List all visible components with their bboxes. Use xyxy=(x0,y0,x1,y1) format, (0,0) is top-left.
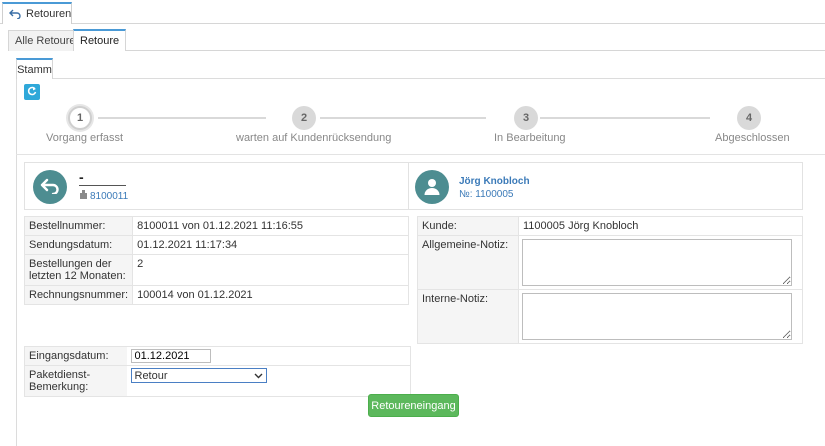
step-number: 1 xyxy=(76,112,84,124)
refresh-button[interactable] xyxy=(24,84,40,100)
paketdienst-selected-value: Retour xyxy=(134,369,168,382)
return-arrow-icon xyxy=(40,178,60,197)
wizard-step-2-label: warten auf Kundenrücksendung xyxy=(236,132,392,144)
table-row: Eingangsdatum: xyxy=(24,346,411,366)
window-tab-retouren[interactable]: Retouren xyxy=(2,2,72,24)
order-info-value: 2 xyxy=(132,254,409,286)
order-info-value: 01.12.2021 11:17:34 xyxy=(132,235,409,255)
return-arrow-icon xyxy=(9,9,21,19)
eingangsdatum-label: Eingangsdatum: xyxy=(24,346,127,366)
return-order-number: 8100011 xyxy=(90,190,129,202)
wizard-step-3-label: In Bearbeitung xyxy=(494,132,566,144)
tab-stamm[interactable]: Stamm xyxy=(16,58,53,79)
step-number: 2 xyxy=(300,112,308,124)
wizard-step-1: 1 xyxy=(68,106,92,130)
retoureneingang-button[interactable]: Retoureneingang xyxy=(368,394,459,417)
table-row: Sendungsdatum: 01.12.2021 11:17:34 xyxy=(23,235,409,255)
allgemeine-notiz-textarea[interactable] xyxy=(522,239,792,286)
eingangsdatum-input[interactable] xyxy=(130,349,211,363)
receipt-form-table: Eingangsdatum: Paketdienst-Bemerkung: Re… xyxy=(24,346,411,397)
wizard-connector xyxy=(98,117,266,119)
interne-notiz-label: Interne-Notiz: xyxy=(417,289,519,344)
customer-name-link[interactable]: Jörg Knobloch xyxy=(459,176,530,187)
wizard-step-4-label: Abgeschlossen xyxy=(715,132,790,144)
table-row: Allgemeine-Notiz: xyxy=(417,235,803,290)
table-row: Paketdienst-Bemerkung: Retour xyxy=(24,365,411,397)
tab-label: Stamm xyxy=(17,63,52,76)
wizard-connector xyxy=(320,117,486,119)
kunde-label: Kunde: xyxy=(417,216,519,236)
wizard-step-2: 2 xyxy=(292,106,316,130)
window-tab-bar xyxy=(0,0,825,24)
chevron-down-icon xyxy=(254,370,263,382)
wizard-step-1-label: Vorgang erfasst xyxy=(46,132,124,144)
building-icon xyxy=(79,190,88,202)
step-number: 3 xyxy=(522,112,530,124)
order-info-value: 8100011 von 01.12.2021 11:16:55 xyxy=(132,216,409,236)
user-icon xyxy=(423,177,441,198)
tab-label: Retoure xyxy=(80,35,120,47)
kunde-value: 1100005 Jörg Knobloch xyxy=(518,216,803,236)
table-row: Bestellungen der letzten 12 Monaten: 2 xyxy=(23,254,409,286)
refresh-icon xyxy=(27,86,37,99)
order-info-label: Rechnungsnummer: xyxy=(23,285,134,305)
order-info-label: Bestellungen der letzten 12 Monaten: xyxy=(23,254,134,286)
customer-avatar xyxy=(415,170,449,204)
wizard-divider xyxy=(16,154,825,155)
return-avatar xyxy=(33,170,67,204)
tab-retoure[interactable]: Retoure xyxy=(73,29,127,51)
customer-header-card: Jörg Knobloch №: 1100005 xyxy=(409,162,803,210)
wizard-step-3: 3 xyxy=(514,106,538,130)
order-info-value: 100014 von 01.12.2021 xyxy=(132,285,409,305)
order-info-label: Sendungsdatum: xyxy=(23,235,134,255)
sub-tab-divider xyxy=(8,50,825,51)
table-row: Bestellnummer: 8100011 von 01.12.2021 11… xyxy=(23,216,409,236)
return-order-link[interactable]: 8100011 xyxy=(79,190,128,202)
step-number: 4 xyxy=(745,112,753,124)
return-title: - xyxy=(79,169,84,185)
paketdienst-label: Paketdienst-Bemerkung: xyxy=(24,365,127,397)
interne-notiz-textarea[interactable] xyxy=(522,293,792,340)
tab-label: Alle Retouren xyxy=(15,35,82,47)
order-info-label: Bestellnummer: xyxy=(23,216,134,236)
customer-number: №: 1100005 xyxy=(459,189,514,200)
wizard-step-4: 4 xyxy=(737,106,761,130)
window-tab-label: Retouren xyxy=(26,8,72,20)
return-title-underline xyxy=(79,185,126,186)
allgemeine-notiz-label: Allgemeine-Notiz: xyxy=(417,235,519,290)
table-row: Rechnungsnummer: 100014 von 01.12.2021 xyxy=(23,285,409,305)
wizard-connector xyxy=(540,117,710,119)
order-info-table: Bestellnummer: 8100011 von 01.12.2021 11… xyxy=(23,216,409,305)
table-row: Interne-Notiz: xyxy=(417,289,803,344)
return-header-card: - 8100011 xyxy=(24,162,409,210)
paketdienst-select[interactable]: Retour xyxy=(130,368,267,383)
table-row: Kunde: 1100005 Jörg Knobloch xyxy=(417,216,803,236)
customer-info-table: Kunde: 1100005 Jörg Knobloch Allgemeine-… xyxy=(417,216,803,344)
